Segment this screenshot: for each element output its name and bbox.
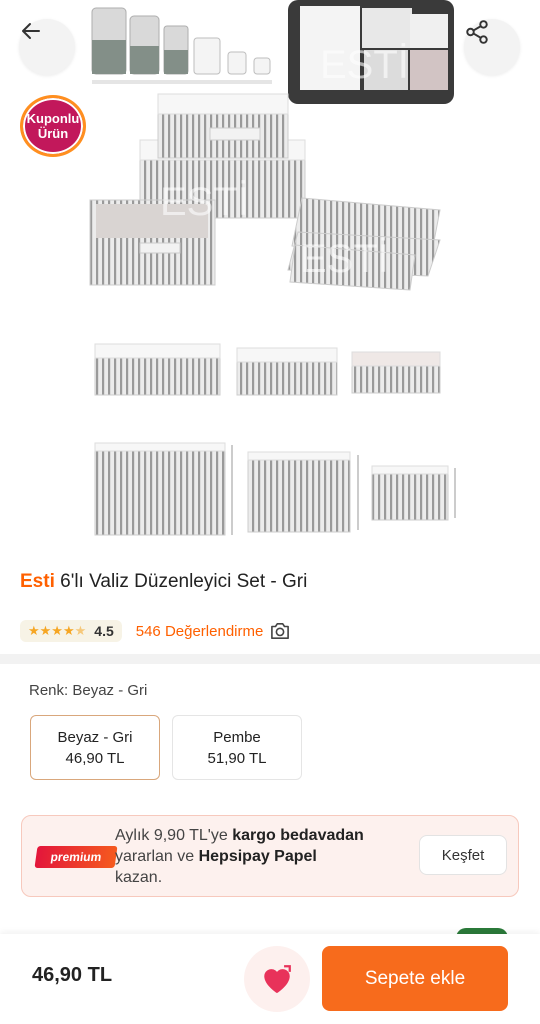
- variant-option-beyaz-gri[interactable]: Beyaz - Gri 46,90 TL: [30, 715, 160, 780]
- heart-icon: [264, 965, 291, 994]
- rating-value: 4.5: [94, 623, 114, 639]
- dimension-photos: [94, 343, 456, 536]
- share-icon: [466, 20, 488, 44]
- variant-name: Pembe: [213, 728, 261, 746]
- premium-badge-label: premium: [49, 850, 103, 864]
- brand-name[interactable]: Esti: [20, 571, 55, 592]
- premium-text-bold: kargo bedavadan: [232, 827, 364, 844]
- variant-label: Renk: Beyaz - Gri: [29, 682, 148, 699]
- size-thumbnails: [91, 7, 272, 84]
- coupon-badge-line2: Ürün: [37, 126, 69, 141]
- svg-text:ESTİ: ESTİ: [300, 236, 389, 281]
- back-button[interactable]: [19, 19, 75, 75]
- product-title: Esti 6'lı Valiz Düzenleyici Set - Gri: [20, 571, 307, 593]
- section-divider: [0, 654, 540, 664]
- svg-text:ESTİ: ESTİ: [160, 179, 249, 224]
- coupon-badge: Kuponlu Ürün: [20, 95, 86, 157]
- reviews-link[interactable]: 546 Değerlendirme: [136, 622, 292, 640]
- arrow-left-icon: [22, 23, 40, 39]
- add-to-cart-button[interactable]: Sepete ekle: [322, 946, 508, 1011]
- review-count[interactable]: 546 Değerlendirme: [136, 623, 264, 640]
- premium-text-bold: Hepsipay Papel: [198, 848, 317, 865]
- product-name: 6'lı Valiz Düzenleyici Set - Gri: [60, 571, 308, 592]
- variant-price: 51,90 TL: [207, 749, 267, 767]
- product-image-gallery[interactable]: ESTİ ESTİ ESTİ Kuponlu Ürün: [0, 0, 540, 555]
- premium-banner: premium Aylık 9,90 TL'ye kargo bedavadan…: [21, 815, 519, 897]
- share-button[interactable]: [464, 19, 520, 75]
- star-rating-icon: ★★★★★: [28, 623, 87, 638]
- variant-price: 46,90 TL: [65, 749, 125, 767]
- premium-text-part: yararlan ve: [115, 848, 199, 865]
- coupon-badge-line1: Kuponlu: [26, 111, 80, 126]
- variant-option-pembe[interactable]: Pembe 51,90 TL: [172, 715, 302, 780]
- premium-text-part: kazan.: [115, 869, 163, 886]
- bottom-price: 46,90 TL: [32, 964, 113, 986]
- svg-text:ESTİ: ESTİ: [320, 42, 409, 87]
- premium-badge: premium: [34, 846, 118, 868]
- bottom-action-bar: 46,90 TL Sepete ekle: [0, 934, 540, 1024]
- premium-text-part: Aylık 9,90 TL'ye: [115, 827, 233, 844]
- favorite-button[interactable]: [244, 946, 310, 1012]
- rating-box: ★★★★★ 4.5: [20, 620, 122, 642]
- camera-icon: [271, 622, 290, 640]
- rating-row: ★★★★★ 4.5 546 Değerlendirme: [20, 618, 291, 644]
- premium-text: Aylık 9,90 TL'ye kargo bedavadan yararla…: [115, 825, 415, 888]
- product-photo: ESTİ ESTİ ESTİ: [89, 0, 456, 536]
- discover-button[interactable]: Keşfet: [419, 835, 507, 875]
- variant-name: Beyaz - Gri: [57, 728, 133, 746]
